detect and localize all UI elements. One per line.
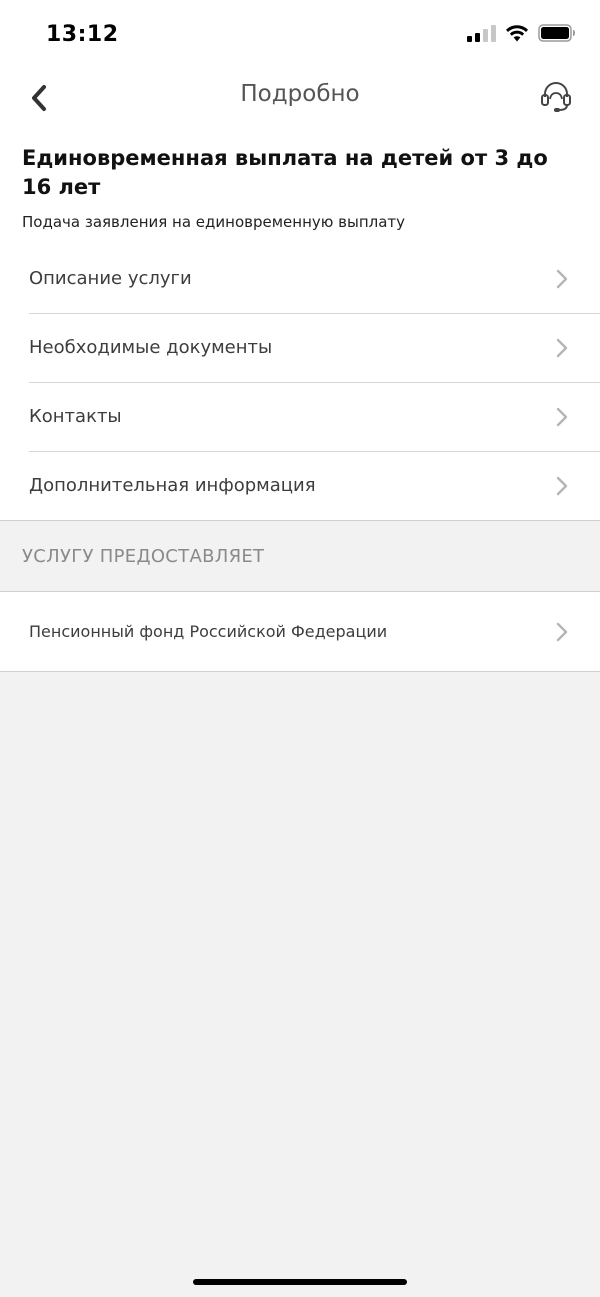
provider-item[interactable]: Пенсионный фонд Российской Федерации [0,592,600,672]
chevron-right-icon [556,622,568,641]
battery-icon [538,24,575,42]
menu-item-label: Необходимые документы [29,337,273,358]
nav-title: Подробно [240,81,360,107]
chevron-right-icon [556,338,568,357]
menu-item-label: Дополнительная информация [29,475,316,496]
status-bar: 13:12 [0,0,600,70]
page-header: Единовременная выплата на детей от 3 до … [0,122,600,232]
wifi-icon [506,25,528,42]
section-header-provider: УСЛУГУ ПРЕДОСТАВЛЯЕТ [0,521,600,592]
page-title: Единовременная выплата на детей от 3 до … [22,146,548,199]
menu-item-label: Описание услуги [29,268,192,289]
chevron-right-icon [556,476,568,495]
navigation-bar: Подробно [0,70,600,122]
page-subtitle: Подача заявления на единовременную выпла… [22,213,406,231]
status-icons [467,24,576,42]
menu-item-service-description[interactable]: Описание услуги [0,244,600,313]
status-time: 13:12 [46,22,119,47]
menu-item-required-documents[interactable]: Необходимые документы [0,313,600,382]
chevron-right-icon [556,269,568,288]
top-area: 13:12 Подробно Единовременная выплата на… [0,0,600,521]
menu-item-contacts[interactable]: Контакты [0,382,600,451]
chevron-right-icon [556,407,568,426]
cellular-signal-icon [467,24,496,42]
menu-item-additional-info[interactable]: Дополнительная информация [0,451,600,520]
home-indicator[interactable] [193,1279,407,1285]
provider-label: Пенсионный фонд Российской Федерации [29,622,388,641]
menu-list: Описание услуги Необходимые документы Ко… [0,244,600,520]
headset-icon [541,82,571,112]
menu-item-label: Контакты [29,406,122,427]
support-button[interactable] [536,76,576,116]
